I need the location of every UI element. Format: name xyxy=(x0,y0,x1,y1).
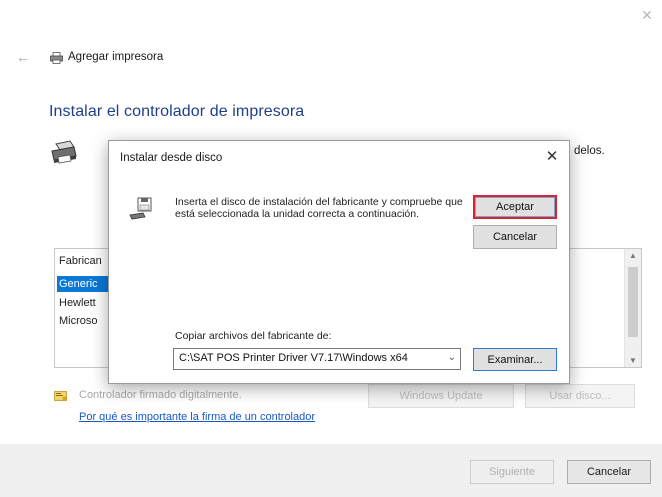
wizard-footer xyxy=(0,444,662,497)
dialog-title: Instalar desde disco xyxy=(120,152,223,164)
wizard-cancel-button[interactable]: Cancelar xyxy=(567,460,651,484)
windows-update-button[interactable]: Windows Update xyxy=(368,384,514,408)
printer-large-icon xyxy=(51,140,77,164)
disk-drive-icon xyxy=(129,197,152,220)
list-item-microsoft[interactable]: Microso xyxy=(57,313,113,329)
list-item-generic[interactable]: Generic xyxy=(57,276,113,292)
list-item-hewlett[interactable]: Hewlett xyxy=(57,295,113,311)
dialog-close-icon[interactable]: ✕ xyxy=(544,149,560,165)
list-scrollbar[interactable]: ▲ ▼ xyxy=(624,249,641,367)
source-path-combobox[interactable]: C:\SAT POS Printer Driver V7.17\Windows … xyxy=(173,348,461,370)
accept-button[interactable]: Aceptar xyxy=(473,195,557,219)
scroll-down-icon[interactable]: ▼ xyxy=(625,356,641,365)
dialog-message: Inserta el disco de instalación del fabr… xyxy=(175,196,463,220)
back-arrow-icon[interactable]: ← xyxy=(16,50,32,64)
page-heading: Instalar el controlador de impresora xyxy=(49,103,305,120)
why-signing-link[interactable]: Por qué es importante la firma de un con… xyxy=(79,411,315,423)
wizard-title: Agregar impresora xyxy=(68,51,164,63)
signed-driver-label: Controlador firmado digitalmente. xyxy=(79,389,242,401)
scroll-up-icon[interactable]: ▲ xyxy=(625,251,641,260)
source-path-value: C:\SAT POS Printer Driver V7.17\Windows … xyxy=(179,352,408,364)
dialog-cancel-button[interactable]: Cancelar xyxy=(473,225,557,249)
browse-button[interactable]: Examinar... xyxy=(473,348,557,371)
description-text-fragment: delos. xyxy=(574,145,605,157)
next-button[interactable]: Siguiente xyxy=(470,460,554,484)
scroll-thumb[interactable] xyxy=(628,267,638,337)
copy-files-label: Copiar archivos del fabricante de: xyxy=(175,330,332,342)
signed-driver-icon xyxy=(54,391,67,401)
install-from-disk-dialog: Instalar desde disco ✕ Inserta el disco … xyxy=(108,140,570,384)
dialog-titlebar: Instalar desde disco ✕ xyxy=(109,141,569,175)
chevron-down-icon[interactable]: ⌄ xyxy=(448,352,456,363)
printer-icon xyxy=(50,52,63,64)
have-disk-button[interactable]: Usar disco... xyxy=(525,384,635,408)
window-close-icon[interactable]: ✕ xyxy=(640,8,654,22)
list-header: Fabrican xyxy=(59,255,102,267)
